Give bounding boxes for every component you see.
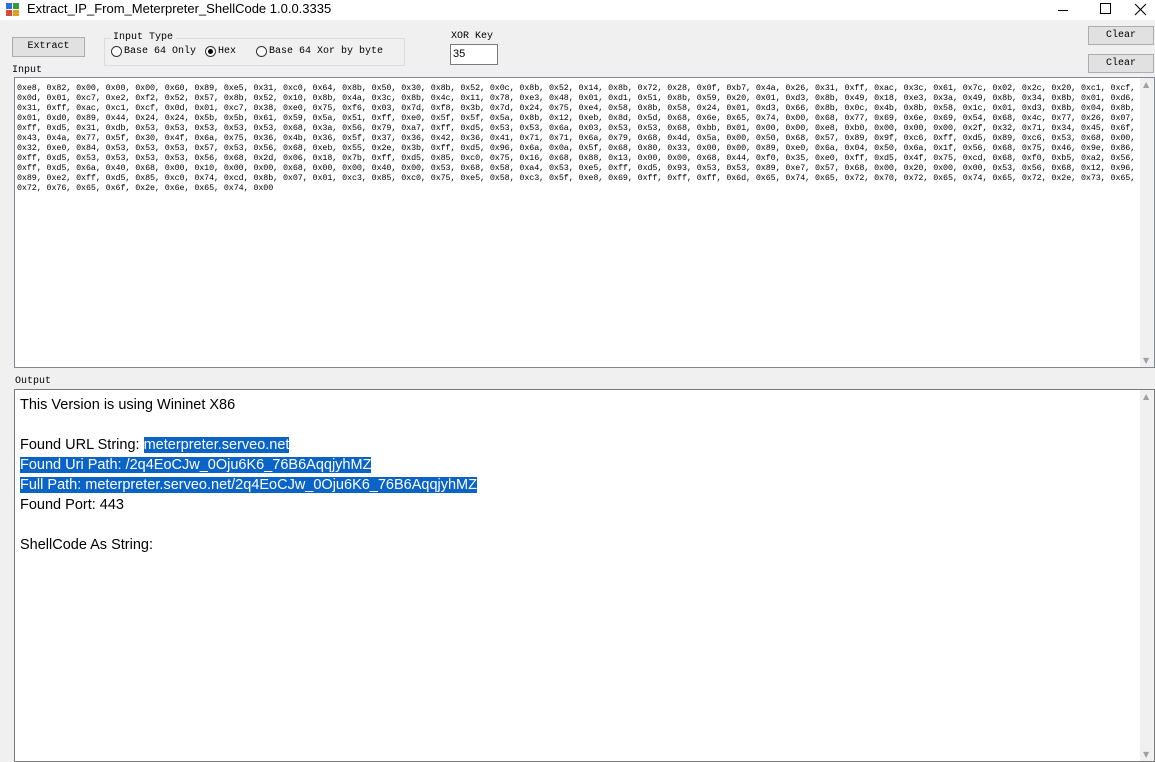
radio-circle-selected[interactable] xyxy=(205,46,216,57)
url-label: Found URL String: xyxy=(20,437,144,453)
extract-button[interactable]: Extract xyxy=(12,37,85,57)
title-bar: Extract_IP_From_Meterpreter_ShellCode 1.… xyxy=(0,0,1155,20)
radio-label: Base 64 Only xyxy=(124,46,197,57)
output-textarea[interactable]: This Version is using Wininet X86 Found … xyxy=(14,389,1155,762)
clear-output-button[interactable]: Clear xyxy=(1088,54,1154,73)
output-content: This Version is using Wininet X86 Found … xyxy=(20,395,1135,555)
output-version-line: This Version is using Wininet X86 xyxy=(20,397,236,413)
uri-path: Found Uri Path: /2q4EoCJw_0Oju6K6_76B6Aq… xyxy=(20,457,372,473)
radio-base64-only[interactable]: Base 64 Only xyxy=(111,46,196,60)
window-title: Extract_IP_From_Meterpreter_ShellCode 1.… xyxy=(27,1,332,16)
clear-input-button[interactable]: Clear xyxy=(1088,26,1154,45)
output-blank-line xyxy=(20,515,1135,535)
radio-base64-xor[interactable]: Base 64 Xor by byte xyxy=(256,46,383,60)
scroll-down-icon[interactable]: ▼ xyxy=(1143,356,1149,365)
output-blank-line xyxy=(20,415,1135,435)
scroll-up-icon[interactable]: ▲ xyxy=(1143,80,1149,89)
input-label: Input xyxy=(12,65,43,76)
radio-label: Base 64 Xor by byte xyxy=(269,46,384,57)
scroll-down-icon[interactable]: ▼ xyxy=(1143,750,1149,759)
close-button[interactable] xyxy=(1120,0,1155,20)
input-text: 0xe8, 0x82, 0x00, 0x00, 0x00, 0x60, 0x89… xyxy=(17,83,1136,193)
radio-label: Hex xyxy=(218,46,237,57)
full-path: Full Path: meterpreter.serveo.net/2q4EoC… xyxy=(20,477,477,493)
input-scrollbar[interactable]: ▲ ▼ xyxy=(1140,78,1154,367)
output-full-path-line: Full Path: meterpreter.serveo.net/2q4EoC… xyxy=(20,475,1135,495)
output-scrollbar[interactable]: ▲ ▼ xyxy=(1140,390,1154,761)
scroll-up-icon[interactable]: ▲ xyxy=(1143,392,1149,401)
output-uri-line: Found Uri Path: /2q4EoCJw_0Oju6K6_76B6Aq… xyxy=(20,455,1135,475)
xor-key-label: XOR Key xyxy=(451,31,494,42)
close-icon xyxy=(1134,3,1147,16)
radio-hex[interactable]: Hex xyxy=(205,46,236,60)
output-shellcode-line: ShellCode As String: xyxy=(20,537,153,553)
radio-circle[interactable] xyxy=(256,46,267,57)
output-port-line: Found Port: 443 xyxy=(20,497,124,513)
input-textarea[interactable]: 0xe8, 0x82, 0x00, 0x00, 0x00, 0x60, 0x89… xyxy=(14,77,1155,368)
minimize-button[interactable] xyxy=(1040,0,1086,20)
app-icon xyxy=(6,3,20,16)
output-label: Output xyxy=(15,376,52,387)
input-type-legend: Input Type xyxy=(110,32,177,43)
output-url-line: Found URL String: meterpreter.serveo.net xyxy=(20,435,1135,455)
radio-circle[interactable] xyxy=(111,46,122,57)
url-value: meterpreter.serveo.net xyxy=(143,437,290,453)
xor-key-input[interactable]: 35 xyxy=(450,44,498,65)
